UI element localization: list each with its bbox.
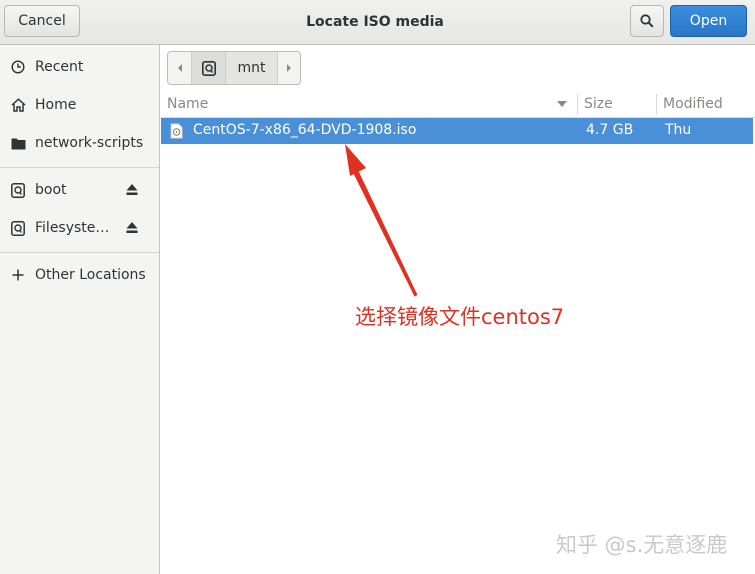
watermark: 知乎 @s.无意逐鹿 (556, 533, 728, 557)
annotation-arrow (345, 144, 418, 297)
annotation-text: 选择镜像文件centos7 (355, 305, 565, 329)
